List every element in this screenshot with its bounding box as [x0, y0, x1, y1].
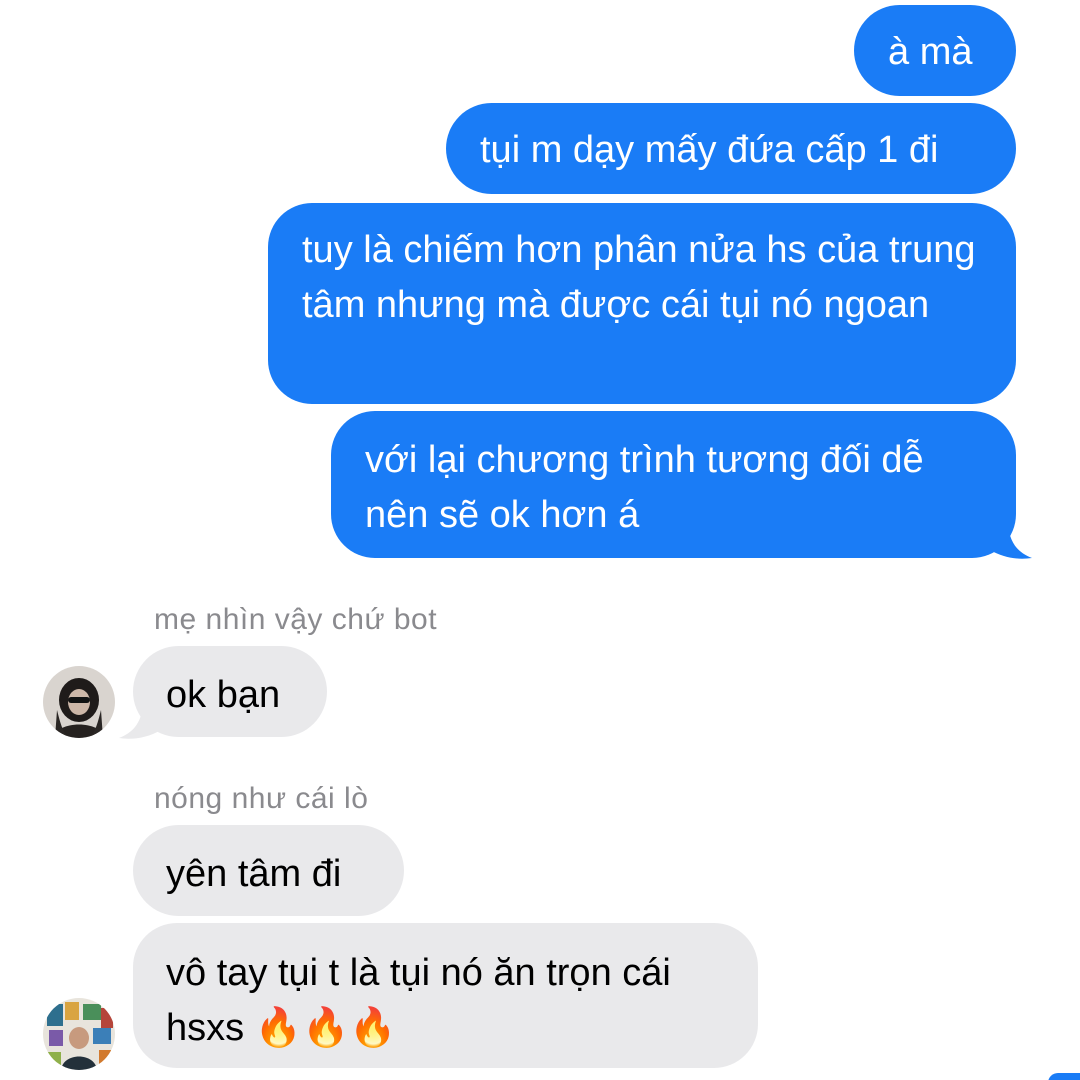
message-text: tụi m dạy mấy đứa cấp 1 đi	[480, 129, 939, 171]
incoming-message-bubble[interactable]: ok bạn	[133, 646, 327, 737]
message-text: ok bạn	[166, 674, 281, 716]
avatar[interactable]	[43, 998, 115, 1070]
message-text: yên tâm đi	[166, 853, 342, 895]
outgoing-message-bubble[interactable]: với lại chương trình tương đối dễ nên sẽ…	[331, 411, 1016, 558]
message-text: với lại chương trình tương đối dễ nên sẽ…	[365, 439, 924, 536]
incoming-message-bubble[interactable]: vô tay tụi t là tụi nó ăn trọn cái hsxs …	[133, 923, 758, 1068]
chat-thread: à mà tụi m dạy mấy đứa cấp 1 đi tuy là c…	[0, 0, 1080, 1080]
outgoing-bubble-tail	[990, 520, 1032, 559]
message-text: tuy là chiếm hơn phân nửa hs của trung t…	[302, 229, 976, 326]
colorful-profile-photo-icon	[43, 998, 115, 1070]
avatar[interactable]	[43, 666, 115, 738]
incoming-message-bubble[interactable]: yên tâm đi	[133, 825, 404, 916]
incoming-bubble-tail	[119, 700, 161, 739]
outgoing-message-bubble[interactable]: à mà	[854, 5, 1016, 96]
sender-name: mẹ nhìn vậy chứ bot	[154, 603, 438, 636]
message-text: à mà	[888, 31, 973, 73]
outgoing-message-bubble[interactable]: tụi m dạy mấy đứa cấp 1 đi	[446, 103, 1016, 194]
outgoing-message-bubble[interactable]: tuy là chiếm hơn phân nửa hs của trung t…	[268, 203, 1016, 404]
dark-profile-photo-icon	[43, 666, 115, 738]
partial-outgoing-bubble-edge	[1048, 1073, 1080, 1080]
message-text: vô tay tụi t là tụi nó ăn trọn cái hsxs …	[166, 952, 671, 1049]
sender-name: nóng như cái lò	[154, 782, 369, 815]
